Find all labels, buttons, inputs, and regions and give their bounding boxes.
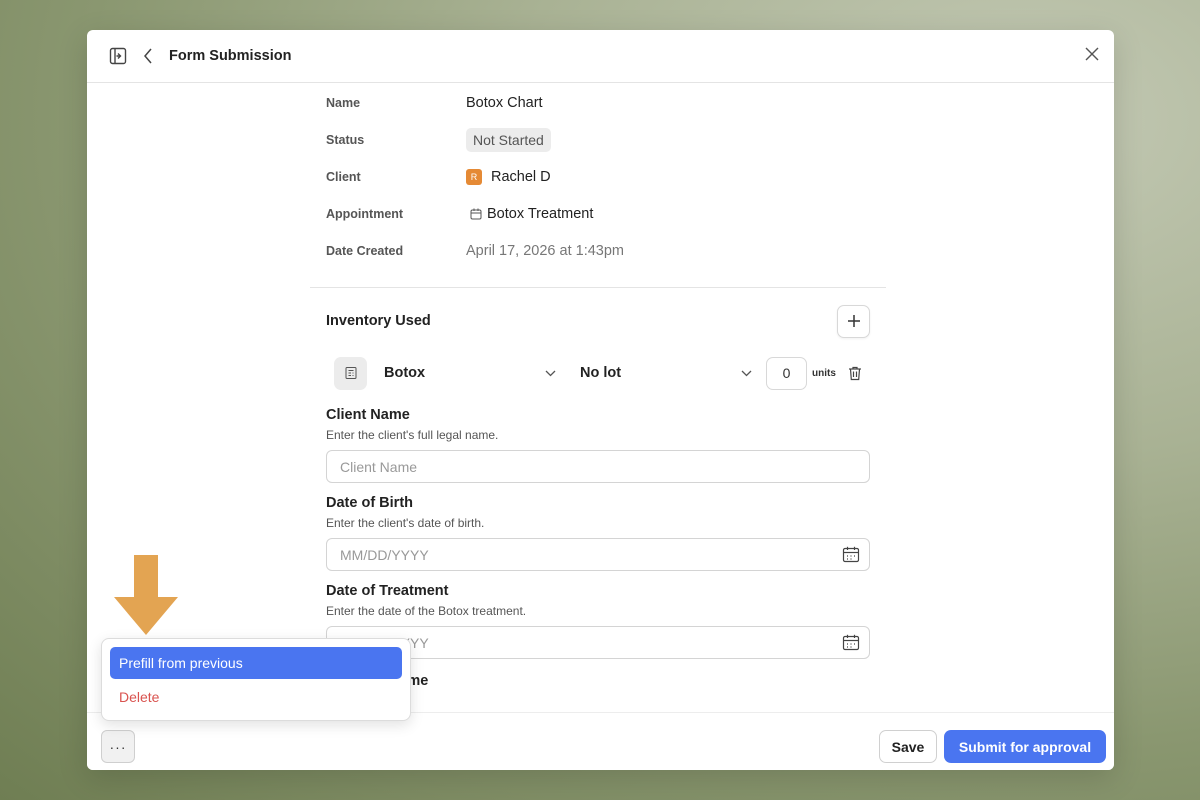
dob-field: Date of Birth Enter the client's date of… — [310, 495, 886, 571]
meta-label: Client — [326, 169, 361, 184]
field-help: Enter the date of the Botox treatment. — [326, 604, 527, 618]
meta-label: Date Created — [326, 243, 404, 258]
modal-header: Form Submission — [87, 30, 1114, 83]
meta-row-appointment: Appointment Botox Treatment — [326, 195, 886, 232]
field-help: Enter the client's full legal name. — [326, 428, 499, 442]
meta-label: Appointment — [326, 206, 404, 221]
product-icon — [334, 356, 367, 390]
calendar-icon[interactable] — [842, 634, 860, 651]
meta-row-status: Status Not Started — [326, 121, 886, 158]
arrow-down-icon — [112, 555, 180, 640]
meta-label: Status — [326, 132, 365, 147]
form-scroll-area[interactable]: Name Botox Chart Status Not Started Clie… — [87, 84, 1114, 712]
lot-select[interactable]: No lot — [580, 365, 752, 381]
quantity-input[interactable]: 0 — [766, 356, 807, 390]
menu-item-prefill[interactable]: Prefill from previous — [110, 647, 402, 679]
field-label: Client Name — [326, 407, 410, 423]
chevron-down-icon — [545, 370, 556, 377]
calendar-icon — [470, 208, 482, 220]
units-label: units — [812, 367, 836, 379]
dob-input[interactable]: MM/DD/YYYY — [326, 538, 870, 571]
chevron-down-icon — [741, 370, 752, 377]
inventory-header: Inventory Used — [310, 288, 886, 338]
meta-row-name: Name Botox Chart — [326, 84, 886, 121]
inventory-row: Botox No lot 0 units — [310, 345, 886, 401]
close-icon[interactable] — [1084, 46, 1100, 62]
plus-icon — [847, 314, 861, 328]
calendar-icon[interactable] — [842, 546, 860, 563]
client-name-input[interactable]: Client Name — [326, 450, 870, 483]
back-chevron-icon[interactable] — [143, 47, 153, 65]
meta-label: Name — [326, 95, 361, 110]
trash-icon[interactable] — [848, 366, 862, 381]
input-placeholder: Client Name — [340, 458, 418, 475]
appointment-link[interactable]: Botox Treatment — [470, 206, 593, 222]
meta-row-client: Client R Rachel D — [326, 158, 886, 195]
client-name-field: Client Name Enter the client's full lega… — [310, 407, 886, 483]
add-inventory-button[interactable] — [837, 304, 870, 338]
appointment-value: Botox Treatment — [487, 205, 594, 222]
meta-row-date: Date Created April 17, 2026 at 1:43pm — [326, 232, 886, 269]
panel-expand-icon[interactable] — [109, 47, 127, 65]
submit-for-approval-button[interactable]: Submit for approval — [944, 730, 1106, 763]
client-link[interactable]: R Rachel D — [466, 168, 551, 185]
date-created-value: April 17, 2026 at 1:43pm — [466, 242, 624, 259]
form-name-value: Botox Chart — [466, 94, 543, 111]
field-label: Date of Birth — [326, 495, 413, 511]
form-content: Name Botox Chart Status Not Started Clie… — [310, 84, 886, 689]
product-select[interactable]: Botox — [384, 365, 556, 381]
product-select-value: Botox — [384, 365, 426, 381]
field-help: Enter the client's date of birth. — [326, 516, 485, 530]
more-options-button[interactable]: ··· — [101, 730, 135, 763]
save-button[interactable]: Save — [879, 730, 937, 763]
input-placeholder: MM/DD/YYYY — [340, 546, 429, 563]
submission-meta: Name Botox Chart Status Not Started Clie… — [310, 84, 886, 269]
page-title: Form Submission — [169, 48, 292, 64]
menu-item-delete[interactable]: Delete — [110, 681, 402, 713]
avatar: R — [466, 168, 482, 185]
field-label: Date of Treatment — [326, 583, 449, 599]
lot-select-value: No lot — [580, 365, 622, 381]
client-name-value: Rachel D — [491, 168, 551, 185]
inventory-title: Inventory Used — [326, 313, 431, 329]
status-badge: Not Started — [466, 127, 551, 152]
more-options-menu: Prefill from previous Delete — [101, 638, 411, 721]
